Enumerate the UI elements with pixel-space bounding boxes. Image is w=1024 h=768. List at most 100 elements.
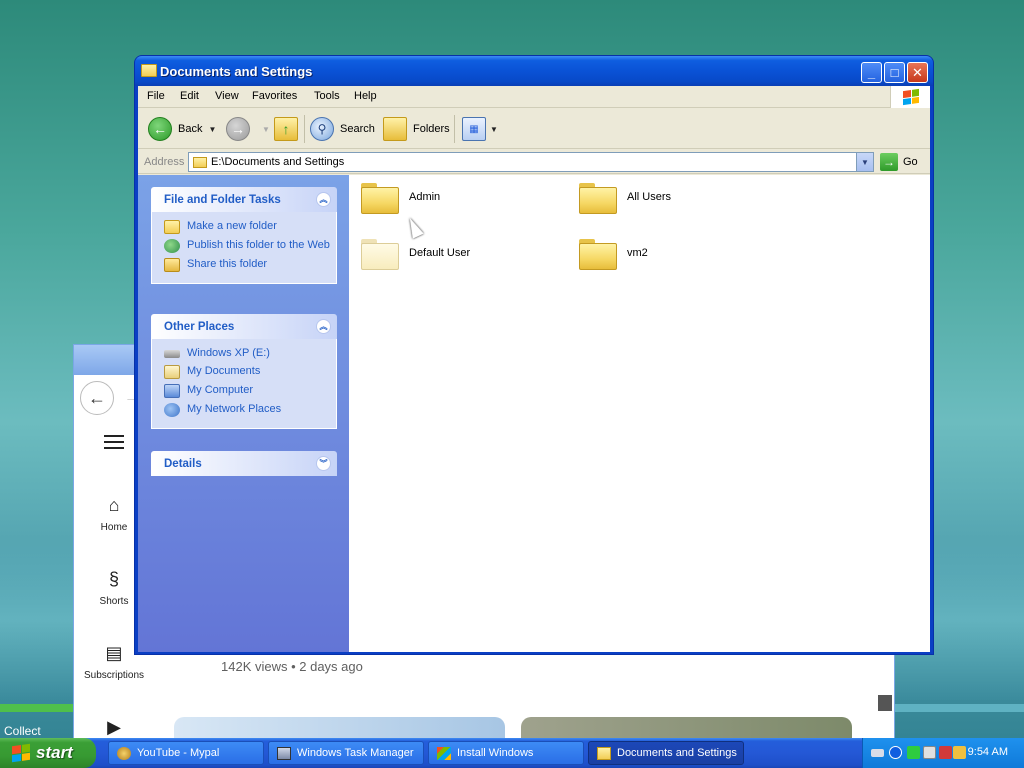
taskbar-button-install-windows[interactable]: Install Windows [428, 741, 584, 765]
forward-arrow-icon: → [226, 117, 250, 141]
panel-header[interactable]: File and Folder Tasks ︽ [151, 187, 337, 212]
folder-item[interactable]: Admin [361, 181, 440, 214]
address-value: E:\Documents and Settings [211, 156, 345, 168]
expand-icon[interactable]: ︾ [316, 456, 331, 471]
make-new-folder-link[interactable]: Make a new folder [164, 220, 336, 234]
close-button[interactable]: ✕ [907, 62, 928, 83]
my-computer-icon [164, 384, 180, 398]
hamburger-menu-icon[interactable] [104, 435, 124, 453]
chevron-down-icon[interactable]: ▼ [208, 125, 216, 134]
maximize-button[interactable]: □ [884, 62, 905, 83]
up-folder-button[interactable]: ↑ [274, 115, 304, 143]
folder-label: vm2 [627, 247, 648, 259]
share-folder-link[interactable]: Share this folder [164, 258, 336, 272]
folders-button[interactable]: Folders [383, 115, 450, 143]
link-label: My Computer [187, 384, 254, 396]
panel-content: Make a new folder Publish this folder to… [151, 212, 337, 284]
views-button[interactable]: ▦ ▼ [462, 115, 498, 143]
chevron-down-icon[interactable]: ▼ [490, 125, 498, 134]
link-label: Publish this folder to the Web [187, 239, 330, 251]
panel-header[interactable]: Other Places ︽ [151, 314, 337, 339]
collapse-icon[interactable]: ︽ [316, 192, 331, 207]
scrollbar-thumb[interactable] [878, 695, 892, 711]
search-button[interactable]: ⚲ Search [310, 115, 375, 143]
taskbar-button-task-manager[interactable]: Windows Task Manager [268, 741, 424, 765]
start-button[interactable]: start [0, 738, 96, 768]
address-label: Address [144, 156, 185, 168]
folder-label: All Users [627, 191, 672, 203]
link-label: Make a new folder [187, 220, 277, 232]
my-network-places-link[interactable]: My Network Places [164, 403, 336, 417]
link-label: Share this folder [187, 258, 268, 270]
clock[interactable]: 9:54 AM [968, 746, 1008, 758]
windows-logo-icon [12, 743, 30, 763]
search-icon: ⚲ [310, 117, 334, 141]
windows-xp-drive-link[interactable]: Windows XP (E:) [164, 347, 336, 360]
taskbar-button-documents-settings[interactable]: Documents and Settings [588, 741, 744, 765]
folders-label: Folders [413, 123, 450, 135]
task-label: YouTube - Mypal [137, 747, 220, 759]
display-icon[interactable] [923, 746, 936, 759]
my-documents-icon [164, 365, 180, 379]
publish-to-web-link[interactable]: Publish this folder to the Web [164, 239, 336, 253]
go-button[interactable]: → Go [880, 153, 918, 171]
folder-icon [361, 181, 399, 214]
menu-bar: File Edit View Favorites Tools Help [138, 86, 930, 108]
browser-nav: ← → [80, 381, 140, 417]
my-documents-link[interactable]: My Documents [164, 365, 336, 379]
panel-title: Details [164, 458, 202, 470]
address-input[interactable]: E:\Documents and Settings ▼ [188, 152, 874, 172]
chevron-down-icon[interactable]: ▼ [856, 153, 873, 171]
back-button[interactable]: ← Back ▼ [148, 115, 216, 143]
up-folder-icon: ↑ [274, 117, 298, 141]
browser-back-button[interactable]: ← [80, 381, 114, 415]
chevron-down-icon[interactable]: ▼ [262, 125, 270, 134]
windows-logo-icon [890, 86, 930, 108]
toolbar-separator [304, 115, 305, 143]
folders-icon [383, 117, 407, 141]
network-icon[interactable] [907, 746, 920, 759]
menu-view[interactable]: View [215, 90, 239, 102]
forward-button[interactable]: → ▼ [226, 115, 270, 143]
explorer-window[interactable]: Documents and Settings _ □ ✕ File Edit V… [134, 55, 934, 655]
show-hidden-icons-button[interactable] [889, 746, 902, 759]
link-label: Windows XP (E:) [187, 347, 270, 359]
panel-title: File and Folder Tasks [164, 194, 281, 206]
menu-tools[interactable]: Tools [314, 90, 340, 102]
system-tray: 9:54 AM [862, 738, 1024, 768]
window-title: Documents and Settings [160, 64, 313, 79]
menu-edit[interactable]: Edit [180, 90, 199, 102]
folder-item[interactable]: Default User [361, 237, 470, 270]
security-alert-icon[interactable] [939, 746, 952, 759]
menu-favorites[interactable]: Favorites [252, 90, 297, 102]
video-views-text: 142K views • 2 days ago [221, 659, 363, 674]
taskbar-button-youtube[interactable]: YouTube - Mypal [108, 741, 264, 765]
folder-item[interactable]: All Users [579, 181, 672, 214]
task-label: Documents and Settings [617, 747, 737, 759]
desktop-bar-right [895, 704, 1024, 712]
menu-help[interactable]: Help [354, 90, 377, 102]
keyboard-icon[interactable] [871, 749, 884, 757]
panel-header[interactable]: Details ︾ [151, 451, 337, 476]
sidebar-item-label: Home [100, 522, 128, 533]
collapse-icon[interactable]: ︽ [316, 319, 331, 334]
views-icon: ▦ [462, 117, 486, 141]
publish-web-icon [164, 239, 180, 253]
tray-app-icon[interactable] [953, 746, 966, 759]
go-arrow-icon: → [880, 153, 898, 171]
toolbar-separator [454, 115, 455, 143]
install-windows-icon [437, 746, 451, 760]
window-titlebar[interactable]: Documents and Settings _ □ ✕ [135, 56, 933, 86]
new-folder-icon [164, 220, 180, 234]
sidebar-item-label: Subscriptions [83, 670, 145, 681]
folder-item[interactable]: vm2 [579, 237, 648, 270]
file-list: Admin All Users Default User vm2 [349, 175, 930, 652]
menu-file[interactable]: File [147, 90, 165, 102]
toolbar: ← Back ▼ → ▼ ↑ ⚲ Search Folders ▦ ▼ [138, 109, 930, 149]
minimize-button[interactable]: _ [861, 62, 882, 83]
my-computer-link[interactable]: My Computer [164, 384, 336, 398]
panel-title: Other Places [164, 321, 235, 333]
link-label: My Network Places [187, 403, 282, 415]
window-body: File Edit View Favorites Tools Help ← Ba… [138, 86, 930, 652]
details-panel: Details ︾ [151, 451, 337, 476]
